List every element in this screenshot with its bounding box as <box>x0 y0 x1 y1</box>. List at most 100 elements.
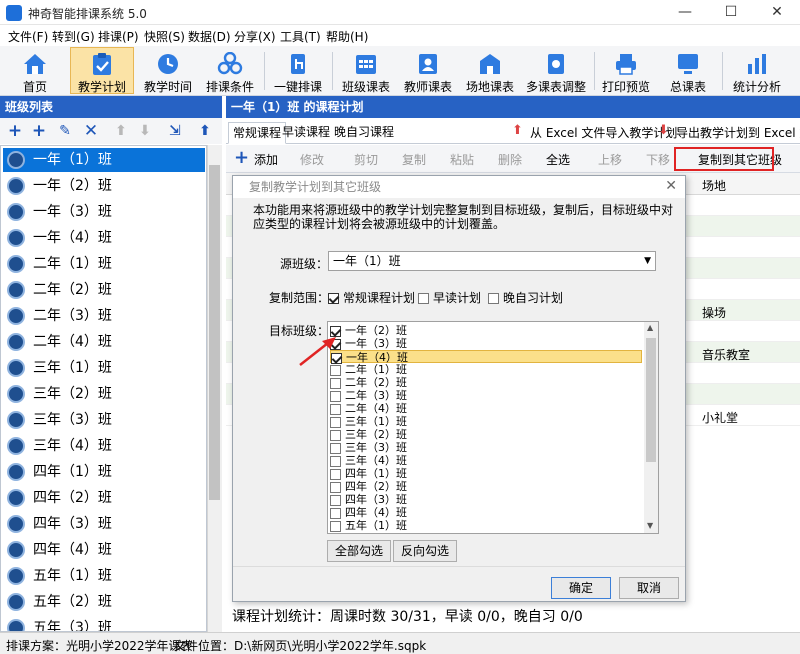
class-list-item[interactable]: 三年（3）班 <box>3 408 205 432</box>
class-list-item[interactable]: 三年（2）班 <box>3 382 205 406</box>
scroll-up-icon[interactable]: ▲ <box>647 323 653 332</box>
cancel-button[interactable]: 取消 <box>619 577 679 599</box>
class-list-item[interactable]: 一年（1）班 <box>3 148 205 172</box>
target-class-item[interactable]: 五年（1）班 <box>330 519 642 532</box>
target-class-item[interactable]: 一年（2）班 <box>330 324 642 337</box>
class-list-item[interactable]: 一年（3）班 <box>3 200 205 224</box>
ribbon-print-preview-button[interactable]: 打印预览 <box>598 47 654 94</box>
target-class-item[interactable]: 四年（1）班 <box>330 467 642 480</box>
copy-button[interactable]: 复制 <box>402 151 426 168</box>
class-list-item[interactable]: 四年（3）班 <box>3 512 205 536</box>
maximize-button[interactable]: ☐ <box>708 0 754 25</box>
target-class-item[interactable]: 四年（4）班 <box>330 506 642 519</box>
class-icon <box>7 541 25 559</box>
class-list-item[interactable]: 二年（1）班 <box>3 252 205 276</box>
move-down-icon[interactable]: ⬇ <box>136 122 154 140</box>
class-list-item[interactable]: 四年（4）班 <box>3 538 205 562</box>
add-batch-icon[interactable]: + <box>30 122 48 140</box>
select-pointer-icon[interactable]: ⇲ <box>166 122 184 140</box>
target-class-item[interactable]: 二年（3）班 <box>330 389 642 402</box>
class-list-item[interactable]: 三年（4）班 <box>3 434 205 458</box>
target-class-item[interactable]: 二年（4）班 <box>330 402 642 415</box>
close-button[interactable]: ✕ <box>754 0 800 25</box>
target-class-item[interactable]: 三年（1）班 <box>330 415 642 428</box>
target-class-item[interactable]: 三年（2）班 <box>330 428 642 441</box>
class-list-item[interactable]: 五年（3）班 <box>3 616 205 631</box>
class-icon <box>7 515 25 533</box>
move-down-button[interactable]: 下移 <box>646 151 670 168</box>
menu-data[interactable]: 数据(D) <box>188 28 231 45</box>
menu-tools[interactable]: 工具(T) <box>280 28 321 45</box>
move-up-icon[interactable]: ⬆ <box>112 122 130 140</box>
menu-snapshot[interactable]: 快照(S) <box>144 28 185 45</box>
ribbon-statistics-button[interactable]: 统计分析 <box>728 47 786 94</box>
scope-morning-checkbox[interactable]: 早读计划 <box>418 289 481 306</box>
menu-share[interactable]: 分享(X) <box>234 28 276 45</box>
ribbon-separator <box>594 52 595 90</box>
ok-button[interactable]: 确定 <box>551 577 611 599</box>
cut-button[interactable]: 剪切 <box>354 151 378 168</box>
menu-schedule[interactable]: 排课(P) <box>98 28 139 45</box>
class-list-scroll-thumb[interactable] <box>209 165 220 500</box>
menu-help[interactable]: 帮助(H) <box>326 28 368 45</box>
delete-button[interactable]: 删除 <box>498 151 522 168</box>
target-class-item[interactable]: 二年（1）班 <box>330 363 642 376</box>
class-list-item[interactable]: 二年（3）班 <box>3 304 205 328</box>
class-list-item[interactable]: 五年（2）班 <box>3 590 205 614</box>
add-class-icon[interactable]: + <box>6 122 24 140</box>
menu-goto[interactable]: 转到(G) <box>52 28 95 45</box>
target-class-item[interactable]: 三年（3）班 <box>330 441 642 454</box>
target-class-item[interactable]: 二年（2）班 <box>330 376 642 389</box>
ribbon-multi-adjust-button[interactable]: 多课表调整 <box>524 47 588 94</box>
target-class-item[interactable]: 一年（3）班 <box>330 337 642 350</box>
class-icon <box>7 255 25 273</box>
select-all-targets-button[interactable]: 全部勾选 <box>327 540 391 562</box>
dialog-title: 复制教学计划到其它班级 <box>233 176 685 198</box>
scope-regular-checkbox[interactable]: 常规课程计划 <box>328 289 415 306</box>
ribbon-home-button[interactable]: 首页 <box>10 47 60 94</box>
class-list-item[interactable]: 四年（2）班 <box>3 486 205 510</box>
dialog-close-button[interactable]: ✕ <box>665 178 677 194</box>
ribbon-teaching-plan-button[interactable]: 教学计划 <box>70 47 134 94</box>
add-button[interactable]: 添加 <box>254 151 278 168</box>
edit-button[interactable]: 修改 <box>300 151 324 168</box>
move-up-button[interactable]: 上移 <box>598 151 622 168</box>
target-list-scrollbar[interactable]: ▲ ▼ <box>644 322 658 533</box>
export-excel-button[interactable]: 导出教学计划到 Excel 文件 <box>676 124 800 141</box>
menu-file[interactable]: 文件(F) <box>8 28 48 45</box>
status-plan: 排课方案：光明小学2022学年课表 <box>6 639 193 653</box>
ribbon-class-schedule-button[interactable]: 班级课表 <box>338 47 394 94</box>
ribbon-venue-schedule-button[interactable]: 场地课表 <box>462 47 518 94</box>
ribbon-master-schedule-button[interactable]: 总课表 <box>660 47 716 94</box>
target-class-item[interactable]: 四年（3）班 <box>330 493 642 506</box>
target-class-item[interactable]: 三年（4）班 <box>330 454 642 467</box>
class-list-item[interactable]: 二年（2）班 <box>3 278 205 302</box>
class-list-item[interactable]: 三年（1）班 <box>3 356 205 380</box>
import-excel-button[interactable]: 从 Excel 文件导入教学计划 <box>530 124 677 141</box>
class-list-item[interactable]: 四年（1）班 <box>3 460 205 484</box>
source-class-label: 源班级： <box>280 257 329 271</box>
paste-button[interactable]: 粘贴 <box>450 151 474 168</box>
target-class-item[interactable]: 一年（4）班 <box>330 350 642 364</box>
move-top-icon[interactable]: ⬆ <box>196 122 214 140</box>
ribbon-conditions-button[interactable]: 排课条件 <box>202 47 258 94</box>
target-list-scroll-thumb[interactable] <box>646 338 656 462</box>
edit-pencil-icon[interactable]: ✎ <box>56 122 74 140</box>
minimize-button[interactable]: — <box>662 0 708 25</box>
class-list-item[interactable]: 五年（1）班 <box>3 564 205 588</box>
source-class-select[interactable]: 一年（1）班 ▼ <box>328 251 656 271</box>
ribbon-teacher-schedule-button[interactable]: 教师课表 <box>400 47 456 94</box>
scroll-down-icon[interactable]: ▼ <box>647 521 653 530</box>
ribbon-auto-schedule-button[interactable]: 一键排课 <box>270 47 326 94</box>
target-class-item[interactable]: 四年（2）班 <box>330 480 642 493</box>
class-list-item[interactable]: 二年（4）班 <box>3 330 205 354</box>
class-list-item[interactable]: 一年（4）班 <box>3 226 205 250</box>
tab-evening-study[interactable]: 晚自习课程 <box>330 122 398 144</box>
class-list-item[interactable]: 一年（2）班 <box>3 174 205 198</box>
scope-evening-checkbox[interactable]: 晚自习计划 <box>488 289 563 306</box>
select-all-button[interactable]: 全选 <box>546 151 570 168</box>
invert-selection-button[interactable]: 反向勾选 <box>393 540 457 562</box>
ribbon-teaching-time-button[interactable]: 教学时间 <box>140 47 196 94</box>
delete-x-icon[interactable]: ✕ <box>82 122 100 140</box>
tab-morning-reading[interactable]: 早读课程 <box>278 122 334 144</box>
